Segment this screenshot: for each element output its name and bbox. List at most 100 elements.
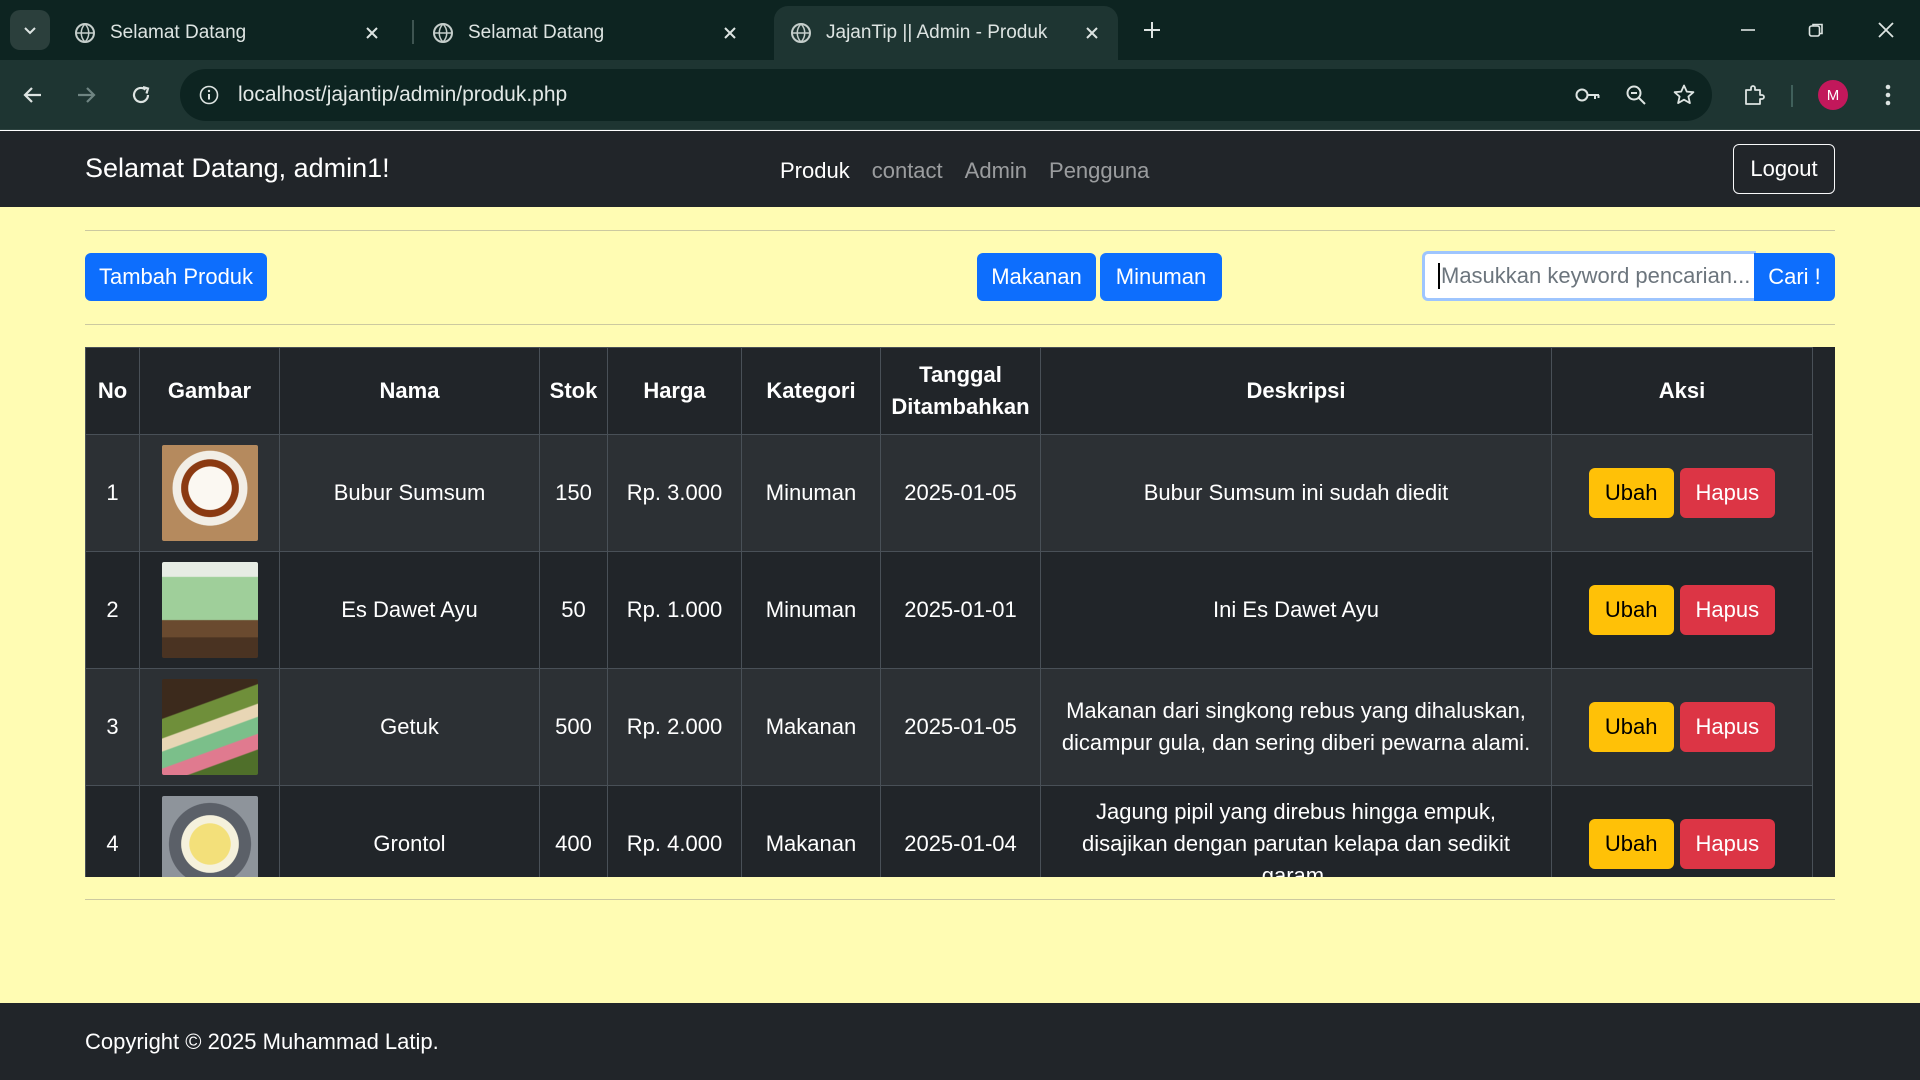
back-button[interactable] [15,77,51,113]
tab-title: JajanTip || Admin - Produk [826,22,1048,43]
site-footer: Copyright © 2025 Muhammad Latip. [0,1003,1920,1080]
restore-button[interactable] [1796,10,1836,50]
edit-button[interactable]: Ubah [1588,702,1674,752]
table-row: 3 Getuk 500 Rp. 2.000 Makanan 2025-01-05… [85,668,1813,786]
cell-price: Rp. 1.000 [607,551,742,669]
password-key-icon[interactable] [1568,75,1608,115]
minimize-icon [1741,29,1755,31]
table-row: 4 Grontol 400 Rp. 4.000 Makanan 2025-01-… [85,785,1813,877]
product-image [161,445,258,541]
cell-description: Makanan dari singkong rebus yang dihalus… [1040,668,1552,786]
product-table: No Gambar Nama Stok Harga Kategori Tangg… [85,347,1813,877]
profile-avatar[interactable]: M [1818,80,1848,110]
site-info-icon[interactable] [192,78,226,112]
nav-link-produk[interactable]: Produk [780,158,850,184]
more-vertical-icon [1885,84,1891,106]
edit-button[interactable]: Ubah [1588,819,1674,869]
logout-button[interactable]: Logout [1733,144,1835,194]
text-caret [1438,263,1440,289]
product-table-container[interactable]: No Gambar Nama Stok Harga Kategori Tangg… [85,347,1835,877]
header-stok: Stok [539,347,608,435]
cell-no: 4 [85,785,140,877]
cell-price: Rp. 3.000 [607,434,742,552]
cell-description: Jagung pipil yang direbus hingga empuk, … [1040,785,1552,877]
cell-actions: Ubah Hapus [1551,551,1813,669]
cell-stock: 150 [539,434,608,552]
url-text[interactable]: localhost/jajantip/admin/produk.php [238,83,1568,107]
header-harga: Harga [607,347,742,435]
chevron-down-icon [24,27,36,35]
cell-image [139,785,280,877]
zoom-icon[interactable] [1616,75,1656,115]
bookmark-star-icon[interactable] [1664,75,1704,115]
cell-image [139,434,280,552]
delete-button[interactable]: Hapus [1679,468,1776,518]
header-aksi: Aksi [1551,347,1813,435]
close-icon[interactable] [362,23,382,43]
product-image [161,679,258,775]
arrow-left-icon [23,87,41,103]
filter-minuman-button[interactable]: Minuman [1100,253,1222,301]
browser-tab[interactable]: Selamat Datang [416,6,756,60]
edit-button[interactable]: Ubah [1588,585,1674,635]
globe-icon [75,23,95,44]
close-window-button[interactable] [1866,10,1906,50]
table-row: 1 Bubur Sumsum 150 Rp. 3.000 Minuman 202… [85,434,1813,552]
cell-name: Bubur Sumsum [279,434,540,552]
tab-separator [412,20,414,44]
cell-date: 2025-01-01 [880,551,1041,669]
nav-link-admin[interactable]: Admin [965,158,1027,184]
extensions-button[interactable] [1736,77,1772,113]
table-header-row: No Gambar Nama Stok Harga Kategori Tangg… [85,347,1813,435]
cell-date: 2025-01-04 [880,785,1041,877]
cell-actions: Ubah Hapus [1551,434,1813,552]
filter-makanan-button[interactable]: Makanan [977,253,1096,301]
browser-toolbar: localhost/jajantip/admin/produk.php [0,60,1920,130]
cell-description: Bubur Sumsum ini sudah diedit [1040,434,1552,552]
search-input[interactable]: Masukkan keyword pencarian... [1422,251,1756,301]
navbar-brand[interactable]: Selamat Datang, admin1! [85,153,390,184]
nav-link-contact[interactable]: contact [872,158,943,184]
page-viewport: Selamat Datang, admin1! Produk contact A… [0,131,1920,1080]
restore-icon [1808,23,1823,37]
cell-date: 2025-01-05 [880,434,1041,552]
browser-tab-active[interactable]: JajanTip || Admin - Produk [774,6,1118,60]
cell-image [139,668,280,786]
close-icon[interactable] [1082,23,1102,43]
cell-stock: 400 [539,785,608,877]
cell-price: Rp. 2.000 [607,668,742,786]
cell-name: Getuk [279,668,540,786]
site-navbar: Selamat Datang, admin1! Produk contact A… [0,131,1920,207]
globe-icon [433,23,453,44]
cell-stock: 50 [539,551,608,669]
delete-button[interactable]: Hapus [1679,702,1776,752]
header-no: No [85,347,140,435]
new-tab-button[interactable] [1136,14,1168,46]
cell-actions: Ubah Hapus [1551,668,1813,786]
delete-button[interactable]: Hapus [1679,819,1776,869]
cell-date: 2025-01-05 [880,668,1041,786]
header-gambar: Gambar [139,347,280,435]
search-button[interactable]: Cari ! [1754,253,1835,301]
add-product-button[interactable]: Tambah Produk [85,253,267,301]
cell-category: Makanan [741,668,881,786]
nav-link-pengguna[interactable]: Pengguna [1049,158,1149,184]
close-icon[interactable] [720,23,740,43]
browser-menu-button[interactable] [1870,77,1906,113]
browser-tab[interactable]: Selamat Datang [58,6,398,60]
header-kategori: Kategori [741,347,881,435]
minimize-button[interactable] [1728,10,1768,50]
plus-icon [1144,22,1160,38]
product-image [161,796,258,877]
delete-button[interactable]: Hapus [1679,585,1776,635]
close-icon [1878,22,1894,38]
cell-name: Grontol [279,785,540,877]
arrow-right-icon [78,87,96,103]
edit-button[interactable]: Ubah [1588,468,1674,518]
cell-category: Minuman [741,434,881,552]
address-bar[interactable]: localhost/jajantip/admin/produk.php [180,69,1712,121]
header-nama: Nama [279,347,540,435]
reload-button[interactable] [123,77,159,113]
tab-search-button[interactable] [10,10,50,50]
forward-button[interactable] [68,77,104,113]
